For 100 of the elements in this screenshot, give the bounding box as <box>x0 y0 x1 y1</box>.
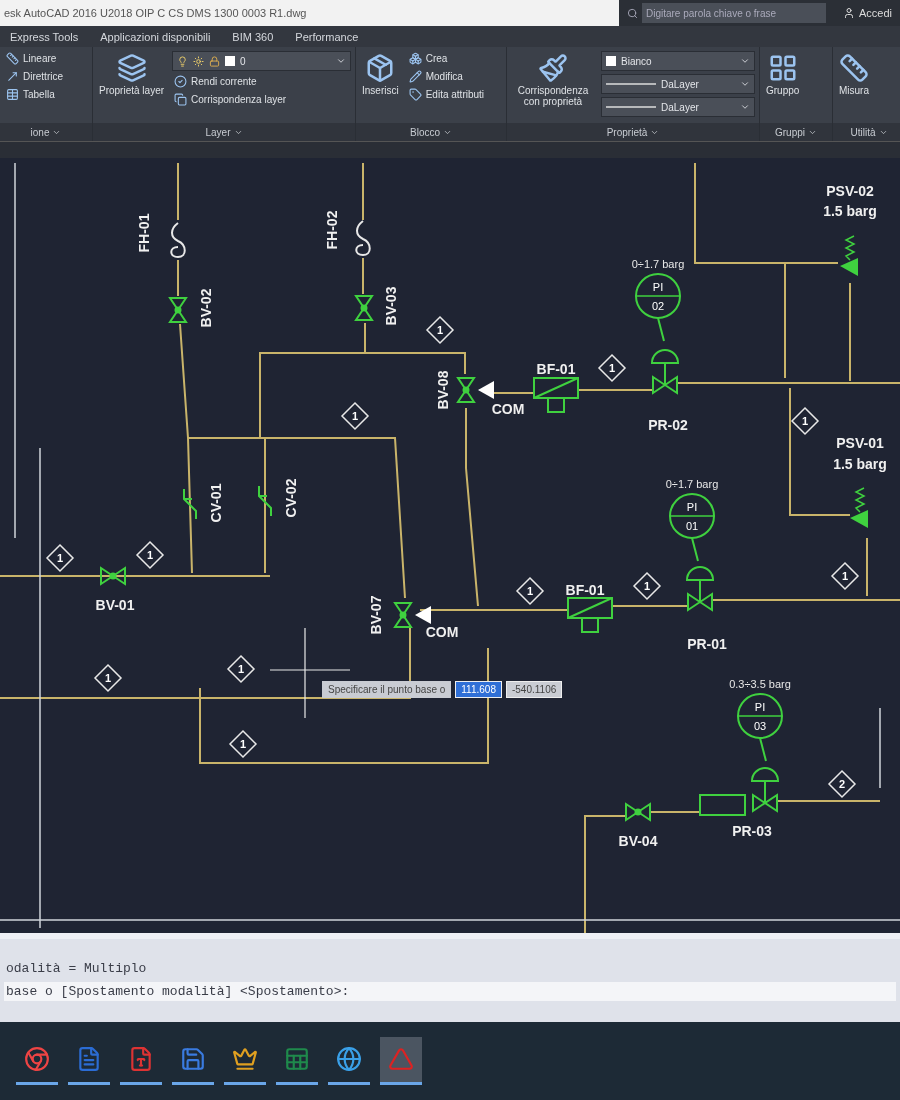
revision-marker: 2 <box>827 769 857 798</box>
panel-title[interactable]: Layer <box>93 123 355 142</box>
equipment-tag: PR-03 <box>732 822 772 839</box>
actuator-triangle <box>415 605 431 624</box>
taskbar-button[interactable] <box>380 1036 422 1085</box>
ribbon-tool-button[interactable]: Tabella <box>4 87 88 103</box>
revision-marker: 1 <box>135 540 165 569</box>
user-icon <box>842 7 855 19</box>
linetype-dropdown[interactable]: DaLayer <box>601 97 755 118</box>
panel-title[interactable]: ione <box>0 123 92 142</box>
panel-title[interactable]: Gruppi <box>760 123 832 142</box>
sun-icon <box>193 56 205 67</box>
search-icon <box>626 7 638 19</box>
panel-title[interactable]: Proprietà <box>507 123 759 142</box>
equipment-tag: 1.5 barg <box>823 202 877 219</box>
coordinate-field[interactable]: -540.1106 <box>505 680 563 698</box>
coordinate-field[interactable]: 111.608 <box>455 680 502 698</box>
arrow-icon <box>6 70 19 84</box>
package-icon <box>365 53 396 84</box>
ribbon-tool-button[interactable]: Lineare <box>4 51 88 67</box>
ribbon-tool-button[interactable]: Misura <box>837 51 871 99</box>
check-valve-symbol <box>183 487 197 520</box>
panel-title[interactable]: Blocco <box>356 123 506 142</box>
ribbon-tool-button[interactable]: Crea <box>406 51 502 67</box>
revision-marker: 1 <box>340 401 370 430</box>
equipment-tag: BV-08 <box>434 370 451 410</box>
revision-marker: 1 <box>632 571 662 600</box>
ribbon-tab[interactable]: Applicazioni disponibili <box>90 27 221 46</box>
gauge-bubble: PI 01 <box>669 492 715 539</box>
layer-dropdown[interactable]: 0 <box>172 51 351 72</box>
valve-symbol <box>168 296 188 323</box>
valve-symbol <box>100 566 126 586</box>
revision-marker: 1 <box>425 315 455 344</box>
equipment-tag: FH-02 <box>323 210 340 250</box>
ribbon-tool-button[interactable]: Corrispondenza layer <box>172 92 351 108</box>
check-valve-symbol <box>258 484 272 517</box>
equipment-tag: BV-01 <box>95 596 135 613</box>
revision-marker: 1 <box>597 353 627 382</box>
sign-in-button[interactable]: Accedi <box>834 0 900 26</box>
equipment-tag: PSV-02 <box>826 182 874 199</box>
revision-marker: 1 <box>515 576 545 605</box>
equipment-tag: BF-01 <box>536 360 576 377</box>
boxes-icon <box>408 52 422 66</box>
color-swatch <box>606 56 616 67</box>
equipment-tag: COM <box>425 623 459 640</box>
ribbon-tool-button[interactable]: Direttrice <box>4 69 88 85</box>
equipment-tag: BV-02 <box>197 288 214 328</box>
relief-valve-symbol <box>840 235 858 276</box>
equipment-tag: BV-07 <box>367 595 384 635</box>
range-label: 0÷1.7 barg <box>631 257 685 270</box>
globe-icon <box>336 1046 362 1073</box>
equipment-tag: PSV-01 <box>836 434 884 451</box>
ruler-icon <box>839 53 869 84</box>
revision-marker: 1 <box>226 654 256 683</box>
valve-symbol <box>456 376 476 403</box>
ribbon-tab[interactable]: BIM 360 <box>222 27 284 46</box>
revision-marker: 1 <box>228 729 258 758</box>
line-sample-icon <box>606 105 656 110</box>
regulator-symbol <box>651 348 679 395</box>
browser-icon <box>24 1046 50 1073</box>
equipment-tag: BV-03 <box>382 286 399 326</box>
pencil-icon <box>408 70 422 84</box>
copy-icon <box>174 93 188 107</box>
equipment-tag: CV-01 <box>207 483 224 523</box>
panel-title[interactable]: Utilità <box>833 123 900 142</box>
hose-symbol <box>355 219 371 256</box>
color-swatch <box>225 56 236 67</box>
equipment-tag: PR-01 <box>687 635 727 652</box>
linetype-dropdown[interactable]: DaLayer <box>601 74 755 95</box>
ribbon-tab[interactable]: Performance <box>285 27 369 46</box>
ribbon-tool-button[interactable]: Gruppo <box>764 51 802 99</box>
equipment-tag: COM <box>491 400 525 417</box>
window-title: esk AutoCAD 2016 U2018 OIP C CS DMS 1300 0003 R1.dwg <box>0 0 619 26</box>
gauge-bubble: PI 02 <box>635 272 681 319</box>
ribbon-tab[interactable]: Express Tools <box>0 27 89 46</box>
ribbon-tool-button[interactable]: Modifica <box>406 69 502 85</box>
equipment-tag: PR-02 <box>648 416 688 433</box>
color-dropdown[interactable]: Bianco <box>601 51 755 72</box>
command-prompt[interactable]: base o [Spostamento modalità] <Spostamento>: <box>4 982 896 1002</box>
ribbon-tool-button[interactable]: Corrispondenza con proprietà <box>511 51 595 110</box>
layers-icon <box>116 53 147 84</box>
document-icon <box>76 1046 102 1073</box>
table-icon <box>6 88 19 102</box>
triangle-icon <box>388 1046 414 1073</box>
revision-marker: 1 <box>830 561 860 590</box>
ribbon-tool-button[interactable]: Inserisci <box>360 51 401 99</box>
lightbulb-icon <box>177 56 189 67</box>
ruler-icon <box>6 52 19 66</box>
ribbon-tool-button[interactable]: Edita attributi <box>406 87 502 103</box>
range-label: 0.3÷3.5 barg <box>729 677 791 690</box>
save-icon <box>180 1046 206 1073</box>
regulator-symbol <box>751 766 779 813</box>
gauge-bubble: PI 03 <box>737 692 783 739</box>
relief-valve-symbol <box>850 487 868 528</box>
valve-symbol <box>354 294 374 321</box>
ribbon-tool-button[interactable]: Rendi corrente <box>172 74 351 90</box>
search-field[interactable]: Digitare parola chiave o frase <box>641 3 826 23</box>
revision-marker: 1 <box>790 406 820 435</box>
filter-symbol <box>533 376 579 413</box>
ribbon-tool-button[interactable]: Proprietà layer <box>97 51 167 99</box>
